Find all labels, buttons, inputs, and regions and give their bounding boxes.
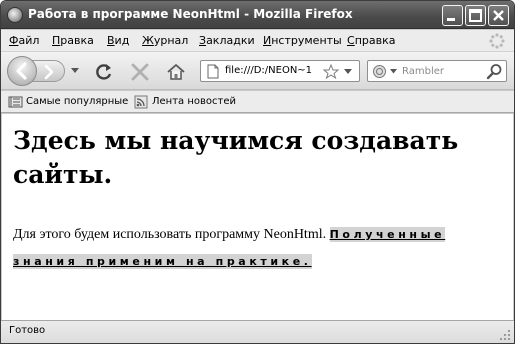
menu-bar: Файл Правка Вид Журнал Закладки Инструме… <box>1 30 514 52</box>
history-dropdown-icon[interactable] <box>71 68 79 74</box>
maximize-icon <box>469 9 482 22</box>
status-bar: Готово <box>1 320 514 343</box>
resize-grip-icon[interactable] <box>499 329 511 341</box>
home-icon[interactable] <box>166 62 186 82</box>
url-bar[interactable]: file:///D:/NEON~1 <box>200 60 360 82</box>
minimize-icon <box>447 18 455 21</box>
page-heading: Здесь мы научимся создавать сайты. <box>13 126 459 189</box>
bookmark-label: Самые популярные <box>26 96 129 107</box>
url-text[interactable]: file:///D:/NEON~1 <box>225 65 325 76</box>
browser-window: Работа в программе NeonHtml - Mozilla Fi… <box>0 0 515 344</box>
menu-help[interactable]: Справка <box>347 34 395 47</box>
menu-bookmarks[interactable]: Закладки <box>199 34 255 47</box>
close-icon <box>493 10 504 21</box>
menu-history[interactable]: Журнал <box>142 34 188 47</box>
back-arrow-icon <box>16 62 27 80</box>
search-engine-icon[interactable] <box>372 64 387 79</box>
search-engine-dropdown-icon[interactable] <box>390 69 397 74</box>
search-bar <box>367 60 507 82</box>
stop-icon[interactable] <box>130 62 150 82</box>
url-dropdown-icon[interactable] <box>344 69 352 75</box>
bookmarks-toolbar: Самые популярные Лента новостей <box>1 91 514 113</box>
back-forward-group <box>7 56 81 86</box>
rss-feed-icon <box>134 95 148 109</box>
page-icon <box>207 64 219 79</box>
menu-edit[interactable]: Правка <box>52 34 94 47</box>
minimize-button[interactable] <box>442 5 463 26</box>
title-bar: Работа в программе NeonHtml - Mozilla Fi… <box>1 1 514 29</box>
search-icon[interactable] <box>486 63 503 80</box>
navigation-toolbar: file:///D:/NEON~1 <box>1 52 514 90</box>
paragraph-text: Для этого будем использовать программу N… <box>13 227 330 242</box>
throbber-icon <box>489 33 505 49</box>
close-button[interactable] <box>488 5 509 26</box>
search-input[interactable] <box>402 64 482 79</box>
window-title: Работа в программе NeonHtml - Mozilla Fi… <box>28 7 353 21</box>
bookmark-label: Лента новостей <box>152 96 236 107</box>
menu-tools[interactable]: Инструменты <box>263 34 342 47</box>
menu-view[interactable]: Вид <box>107 34 129 47</box>
bookmark-star-icon[interactable] <box>323 64 339 79</box>
status-text: Готово <box>9 325 46 336</box>
page-content: Здесь мы научимся создавать сайты. Для э… <box>2 114 513 320</box>
back-button[interactable] <box>7 56 37 86</box>
reload-icon[interactable] <box>94 62 114 82</box>
page-paragraph: Для этого будем использовать программу N… <box>13 221 503 275</box>
firefox-logo-icon <box>7 7 23 23</box>
maximize-button[interactable] <box>465 5 486 26</box>
bookmark-folder-icon <box>8 96 23 108</box>
menu-file[interactable]: Файл <box>9 34 39 47</box>
